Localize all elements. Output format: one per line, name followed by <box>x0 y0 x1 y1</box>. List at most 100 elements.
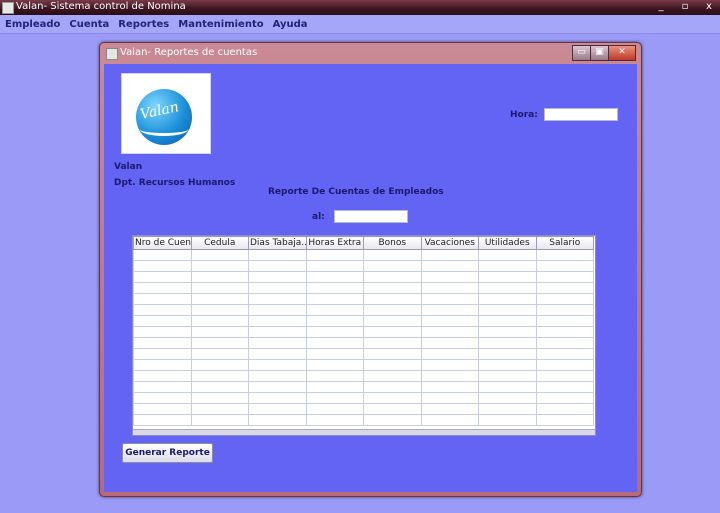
frame-close-button[interactable]: ✕ <box>608 45 636 61</box>
menu-reportes[interactable]: Reportes <box>114 19 173 30</box>
table-cell[interactable] <box>133 326 192 338</box>
menu-cuenta[interactable]: Cuenta <box>65 19 113 30</box>
table-cell[interactable] <box>133 381 192 393</box>
table-cell[interactable] <box>248 403 307 415</box>
table-cell[interactable] <box>305 414 364 426</box>
table-cell[interactable] <box>305 403 364 415</box>
table-cell[interactable] <box>363 282 422 294</box>
table-cell[interactable] <box>305 249 364 261</box>
menu-empleado[interactable]: Empleado <box>0 19 64 30</box>
table-cell[interactable] <box>305 282 364 294</box>
table-cell[interactable] <box>248 370 307 382</box>
table-cell[interactable] <box>248 392 307 404</box>
table-cell[interactable] <box>478 414 537 426</box>
table-cell[interactable] <box>535 403 594 415</box>
table-row[interactable] <box>133 304 594 316</box>
table-cell[interactable] <box>535 293 594 305</box>
table-row[interactable] <box>133 271 594 283</box>
table-cell[interactable] <box>363 370 422 382</box>
table-cell[interactable] <box>478 326 537 338</box>
table-row[interactable] <box>133 392 594 404</box>
table-cell[interactable] <box>305 359 364 371</box>
table-cell[interactable] <box>478 381 537 393</box>
table-cell[interactable] <box>420 337 479 349</box>
table-cell[interactable] <box>190 370 249 382</box>
table-cell[interactable] <box>535 370 594 382</box>
table-cell[interactable] <box>535 381 594 393</box>
table-cell[interactable] <box>478 282 537 294</box>
table-cell[interactable] <box>305 304 364 316</box>
table-cell[interactable] <box>190 260 249 272</box>
table-cell[interactable] <box>478 304 537 316</box>
table-cell[interactable] <box>190 304 249 316</box>
table-cell[interactable] <box>363 260 422 272</box>
table-row[interactable] <box>133 381 594 393</box>
table-cell[interactable] <box>133 403 192 415</box>
table-cell[interactable] <box>363 359 422 371</box>
table-cell[interactable] <box>363 403 422 415</box>
table-cell[interactable] <box>133 249 192 261</box>
table-row[interactable] <box>133 370 594 382</box>
table-cell[interactable] <box>535 359 594 371</box>
frame-minimize-button[interactable]: ▭ <box>572 45 591 61</box>
table-cell[interactable] <box>420 326 479 338</box>
table-cell[interactable] <box>248 282 307 294</box>
table-cell[interactable] <box>478 359 537 371</box>
table-cell[interactable] <box>133 348 192 360</box>
table-cell[interactable] <box>363 271 422 283</box>
table-cell[interactable] <box>478 293 537 305</box>
table-cell[interactable] <box>478 337 537 349</box>
table-cell[interactable] <box>190 282 249 294</box>
table-cell[interactable] <box>305 381 364 393</box>
table-row[interactable] <box>133 260 594 272</box>
table-cell[interactable] <box>248 304 307 316</box>
table-cell[interactable] <box>420 304 479 316</box>
table-cell[interactable] <box>248 249 307 261</box>
table-cell[interactable] <box>305 271 364 283</box>
col-cedula[interactable]: Cedula <box>190 236 249 250</box>
table-cell[interactable] <box>420 348 479 360</box>
table-cell[interactable] <box>363 337 422 349</box>
table-row[interactable] <box>133 249 594 261</box>
table-cell[interactable] <box>363 348 422 360</box>
table-cell[interactable] <box>305 392 364 404</box>
table-cell[interactable] <box>535 348 594 360</box>
table-cell[interactable] <box>535 282 594 294</box>
table-cell[interactable] <box>133 304 192 316</box>
table-cell[interactable] <box>190 271 249 283</box>
table-cell[interactable] <box>535 337 594 349</box>
table-cell[interactable] <box>133 337 192 349</box>
table-cell[interactable] <box>420 282 479 294</box>
table-cell[interactable] <box>478 370 537 382</box>
table-cell[interactable] <box>420 359 479 371</box>
table-cell[interactable] <box>363 392 422 404</box>
table-cell[interactable] <box>420 381 479 393</box>
col-nro-cuenta[interactable]: Nro de Cuenta <box>133 236 192 250</box>
maximize-button[interactable]: ▫ <box>678 1 692 13</box>
table-cell[interactable] <box>133 282 192 294</box>
generar-reporte-button[interactable]: Generar Reporte <box>122 443 213 463</box>
table-cell[interactable] <box>248 359 307 371</box>
table-cell[interactable] <box>133 293 192 305</box>
table-cell[interactable] <box>190 392 249 404</box>
table-cell[interactable] <box>190 359 249 371</box>
table-cell[interactable] <box>535 271 594 283</box>
table-cell[interactable] <box>305 260 364 272</box>
table-row[interactable] <box>133 403 594 415</box>
table-cell[interactable] <box>535 260 594 272</box>
table-cell[interactable] <box>305 370 364 382</box>
table-cell[interactable] <box>478 249 537 261</box>
table-cell[interactable] <box>363 293 422 305</box>
close-button[interactable]: x <box>702 1 716 13</box>
col-salario[interactable]: Salario <box>535 236 594 250</box>
table-cell[interactable] <box>190 326 249 338</box>
table-cell[interactable] <box>478 271 537 283</box>
frame-maximize-button[interactable]: ▣ <box>590 45 609 61</box>
table-cell[interactable] <box>363 414 422 426</box>
table-cell[interactable] <box>420 271 479 283</box>
table-cell[interactable] <box>133 392 192 404</box>
table-cell[interactable] <box>420 293 479 305</box>
menu-mantenimiento[interactable]: Mantenimiento <box>174 19 267 30</box>
frame-titlebar[interactable]: Valan- Reportes de cuentas ▭ ▣ ✕ <box>100 43 641 63</box>
table-cell[interactable] <box>190 414 249 426</box>
